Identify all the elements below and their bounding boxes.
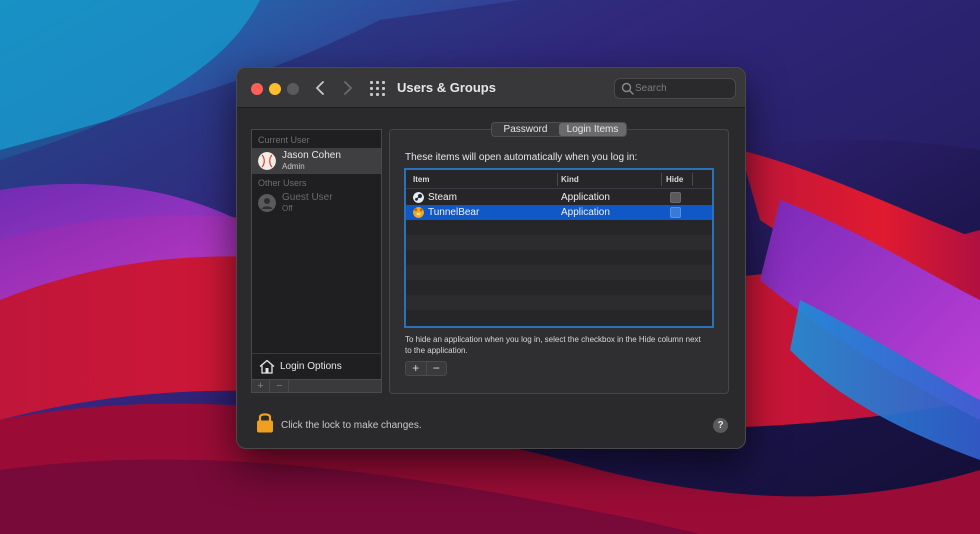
column-header-item[interactable]: Item	[413, 175, 429, 184]
add-login-item-button[interactable]: +	[406, 362, 427, 375]
tunnelbear-app-icon	[413, 207, 424, 218]
tab-control: Password Login Items	[491, 122, 627, 137]
table-row-empty	[406, 295, 712, 310]
guest-user-name: Guest User	[282, 192, 333, 203]
back-button[interactable]	[310, 77, 332, 99]
add-user-button[interactable]: +	[252, 380, 270, 392]
users-groups-window: Users & Groups Current User Jason Cohen …	[236, 67, 746, 449]
column-header-kind[interactable]: Kind	[561, 175, 579, 184]
window-title: Users & Groups	[397, 80, 496, 95]
user-row-current[interactable]: Jason Cohen Admin	[252, 148, 381, 174]
current-user-name: Jason Cohen	[282, 150, 341, 161]
tab-password[interactable]: Password	[492, 123, 559, 136]
row-app-name: Steam	[428, 192, 457, 203]
table-header: Item Kind Hide	[406, 170, 712, 189]
steam-app-icon	[413, 192, 424, 203]
table-row-empty	[406, 265, 712, 280]
login-items-table[interactable]: Item Kind Hide Steam Application TunnelB…	[404, 168, 714, 328]
close-button[interactable]	[251, 83, 263, 95]
login-options-label: Login Options	[280, 361, 342, 372]
lock-icon[interactable]	[256, 411, 274, 433]
row-kind: Application	[561, 207, 610, 218]
chevron-left-icon	[315, 81, 324, 95]
remove-user-button[interactable]: −	[271, 380, 289, 392]
search-input[interactable]	[635, 81, 731, 96]
chevron-right-icon	[344, 81, 353, 95]
current-user-role: Admin	[282, 162, 305, 171]
house-icon	[259, 359, 275, 374]
table-row-steam[interactable]: Steam Application	[406, 190, 712, 205]
current-user-label: Current User	[258, 135, 310, 145]
hide-help-text: To hide an application when you log in, …	[405, 335, 701, 355]
lock-message: Click the lock to make changes.	[281, 420, 422, 431]
user-row-guest[interactable]: Guest User Off	[252, 190, 381, 216]
tab-login-items[interactable]: Login Items	[559, 123, 626, 136]
users-sidebar: Current User Jason Cohen Admin Other Use…	[251, 129, 382, 393]
other-users-label: Other Users	[258, 178, 307, 188]
help-button[interactable]: ?	[713, 418, 728, 433]
show-all-grid-icon[interactable]	[370, 81, 385, 96]
search-icon	[621, 82, 634, 95]
hide-checkbox-tunnelbear[interactable]	[670, 207, 681, 218]
login-items-button-bar: + −	[405, 361, 447, 376]
guest-avatar-icon	[258, 194, 276, 212]
column-header-hide[interactable]: Hide	[666, 175, 683, 184]
baseball-avatar-icon	[258, 152, 276, 170]
zoom-button[interactable]	[287, 83, 299, 95]
login-items-intro: These items will open automatically when…	[405, 152, 638, 163]
remove-login-item-button[interactable]: −	[427, 362, 447, 375]
forward-button[interactable]	[336, 77, 358, 99]
hide-checkbox-steam[interactable]	[670, 192, 681, 203]
sidebar-button-bar: + −	[251, 379, 382, 393]
login-options-item[interactable]: Login Options	[252, 353, 381, 379]
minimize-button[interactable]	[269, 83, 281, 95]
titlebar: Users & Groups	[237, 68, 745, 108]
table-row-tunnelbear[interactable]: TunnelBear Application	[406, 205, 712, 220]
row-app-name: TunnelBear	[428, 207, 480, 218]
guest-user-status: Off	[282, 204, 293, 213]
row-kind: Application	[561, 192, 610, 203]
table-row-empty	[406, 235, 712, 250]
search-field[interactable]	[614, 78, 736, 99]
